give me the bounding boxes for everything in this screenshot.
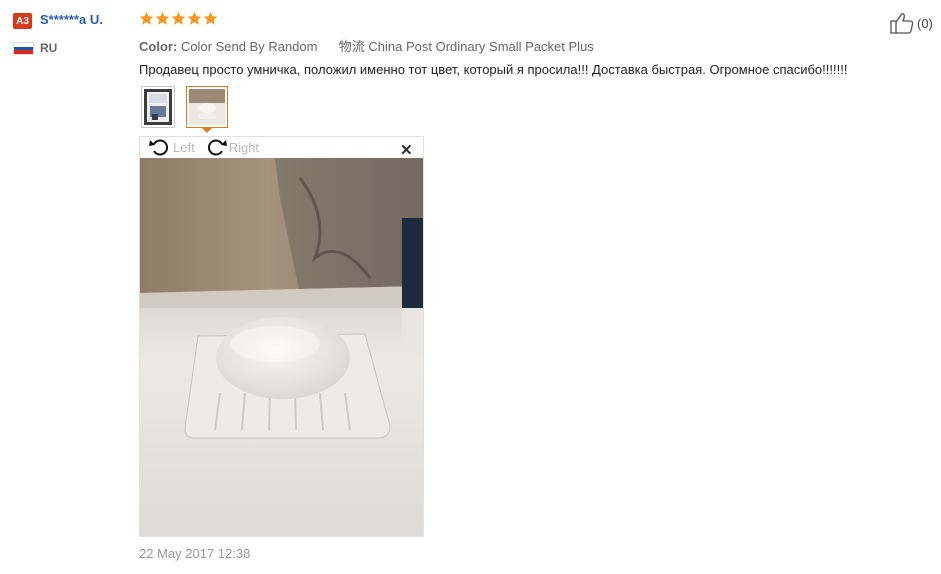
rotate-left-label: Left xyxy=(173,139,195,155)
rotate-right-icon xyxy=(207,139,227,156)
star-icon xyxy=(155,11,170,25)
close-icon[interactable]: ✕ xyxy=(400,141,413,159)
helpful-button[interactable]: (0) xyxy=(890,12,933,34)
color-value: Color Send By Random xyxy=(180,39,318,54)
reviewer-country: RU xyxy=(40,41,58,55)
star-icon xyxy=(171,11,186,25)
order-attributes: Color: Color Send By Random 物流 China Pos… xyxy=(139,36,594,55)
rotate-right-label: Right xyxy=(228,139,260,155)
star-icon xyxy=(203,11,218,25)
reviewer-name[interactable]: S******a U. xyxy=(40,12,103,27)
shipping-label: 物流 xyxy=(338,39,365,54)
russia-flag-icon xyxy=(13,42,34,55)
review-photo-thumbnail-2[interactable] xyxy=(186,86,228,128)
viewer-toolbar: Left Right xyxy=(149,137,269,157)
rotate-left-button[interactable]: Left xyxy=(149,137,195,157)
thumbs-up-icon[interactable] xyxy=(890,12,914,34)
shipping-value: China Post Ordinary Small Packet Plus xyxy=(368,39,594,54)
star-icon xyxy=(139,11,154,25)
review-date: 22 May 2017 12:38 xyxy=(139,546,251,561)
review-text: Продавец просто умничка, положил именно … xyxy=(139,62,848,77)
rotate-left-icon xyxy=(149,139,168,156)
star-rating xyxy=(139,11,218,26)
selected-thumbnail-indicator xyxy=(201,127,213,133)
review-photo xyxy=(140,158,423,536)
review-photo-thumbnail-1[interactable] xyxy=(141,86,175,128)
star-icon xyxy=(187,11,202,25)
reviewer-level-badge: A3 xyxy=(13,13,32,29)
helpful-count: (0) xyxy=(917,15,933,31)
color-label: Color: xyxy=(139,39,178,54)
rotate-right-button[interactable]: Right xyxy=(205,137,259,157)
